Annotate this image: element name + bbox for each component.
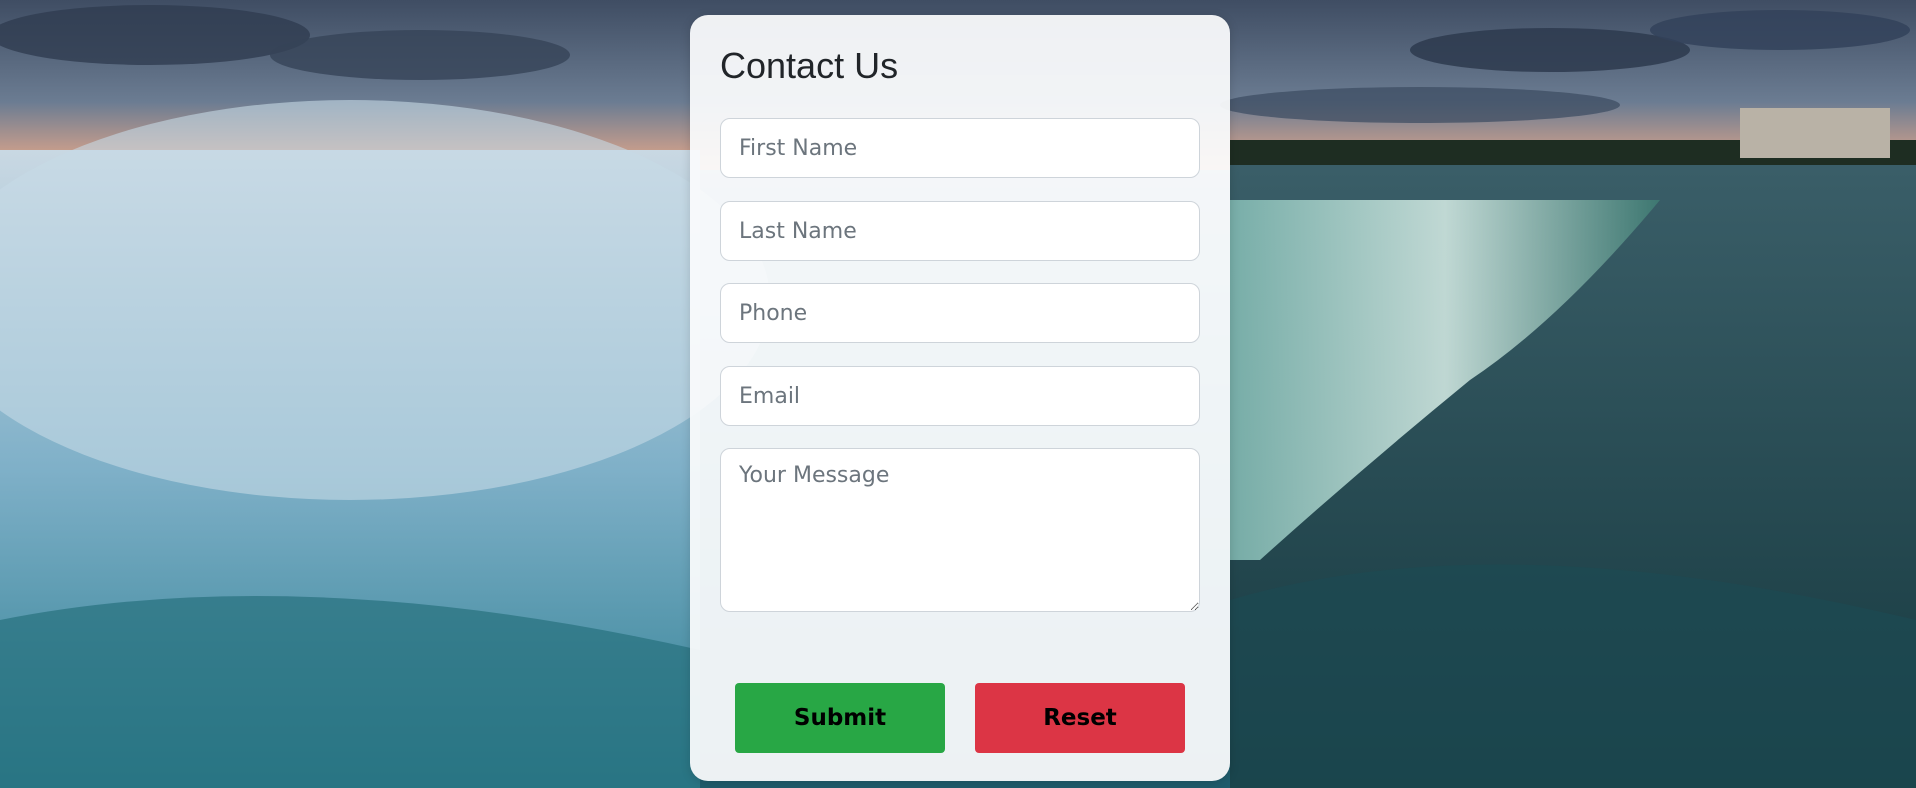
email-input[interactable] [720, 366, 1200, 426]
first-name-input[interactable] [720, 118, 1200, 178]
phone-input[interactable] [720, 283, 1200, 343]
reset-button[interactable]: Reset [975, 683, 1185, 753]
contact-form-card: Contact Us Submit Reset [690, 15, 1230, 781]
last-name-input[interactable] [720, 201, 1200, 261]
message-textarea[interactable] [720, 448, 1200, 612]
submit-button[interactable]: Submit [735, 683, 945, 753]
form-title: Contact Us [720, 45, 899, 86]
